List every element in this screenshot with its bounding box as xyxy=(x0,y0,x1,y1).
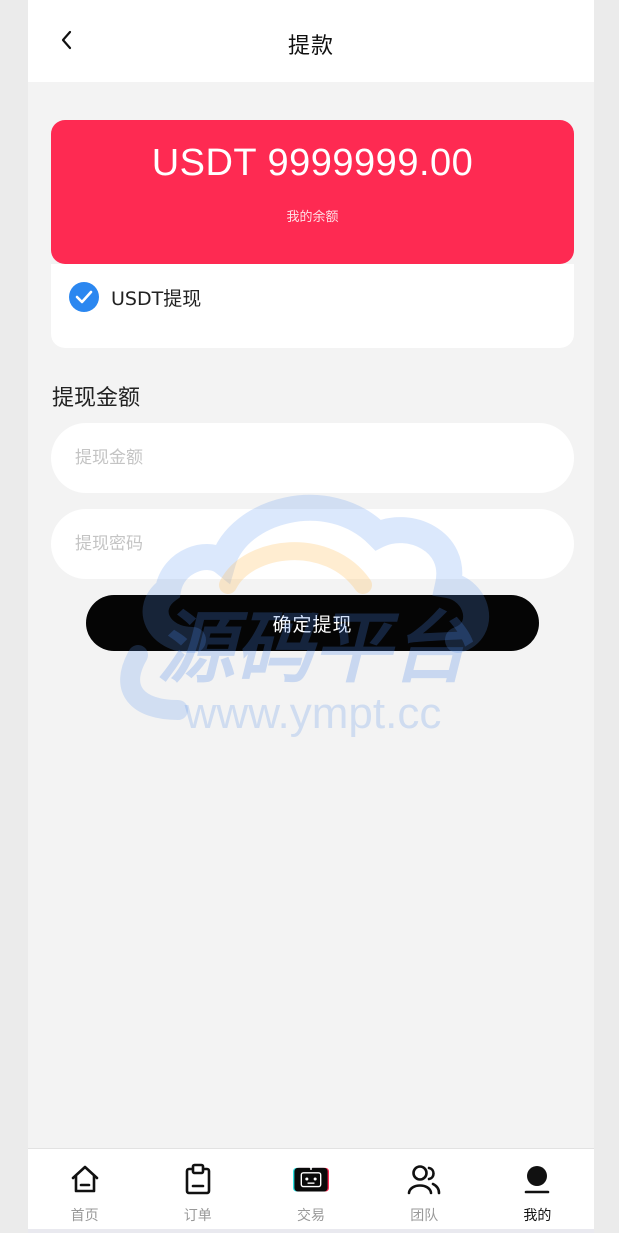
amount-input[interactable] xyxy=(51,423,574,493)
bottom-tab-bar: 首页 订单 交易 团队 我的 xyxy=(28,1148,594,1233)
tab-label: 交易 xyxy=(297,1208,325,1224)
balance-card: USDT 9999999.00 我的余额 xyxy=(51,120,574,264)
withdraw-method-card: USDT提现 xyxy=(51,264,574,348)
tab-label: 我的 xyxy=(523,1208,552,1224)
tab-mine[interactable]: 我的 xyxy=(481,1149,594,1233)
home-icon xyxy=(67,1161,103,1197)
confirm-withdraw-button[interactable]: 确定提现 xyxy=(86,595,539,651)
amount-section-title: 提现金额 xyxy=(52,386,141,411)
tab-team[interactable]: 团队 xyxy=(368,1149,481,1233)
balance-amount: USDT 9999999.00 xyxy=(151,142,474,184)
balance-label: 我的余额 xyxy=(286,210,339,225)
tab-label: 首页 xyxy=(70,1208,99,1224)
user-icon xyxy=(519,1161,555,1197)
tab-orders[interactable]: 订单 xyxy=(141,1149,254,1233)
tab-label: 团队 xyxy=(410,1208,439,1224)
tab-trade[interactable]: 交易 xyxy=(254,1149,367,1233)
team-icon xyxy=(406,1161,442,1197)
check-circle-icon xyxy=(69,282,99,312)
withdraw-screen: 提款 USDT 9999999.00 我的余额 USDT提现 提现金额 确定提现… xyxy=(28,0,594,1233)
tabbar-bottom-strip xyxy=(28,1229,594,1233)
robot-icon xyxy=(293,1161,329,1197)
page-title: 提款 xyxy=(287,34,334,59)
tab-home[interactable]: 首页 xyxy=(28,1149,141,1233)
method-label: USDT提现 xyxy=(111,287,202,310)
top-bar: 提款 xyxy=(28,0,594,82)
method-option-usdt[interactable]: USDT提现 xyxy=(69,281,201,313)
password-input[interactable] xyxy=(51,509,574,579)
tab-label: 订单 xyxy=(183,1208,212,1224)
watermark-url: www.ympt.cc xyxy=(184,689,442,738)
clipboard-icon xyxy=(180,1161,216,1197)
